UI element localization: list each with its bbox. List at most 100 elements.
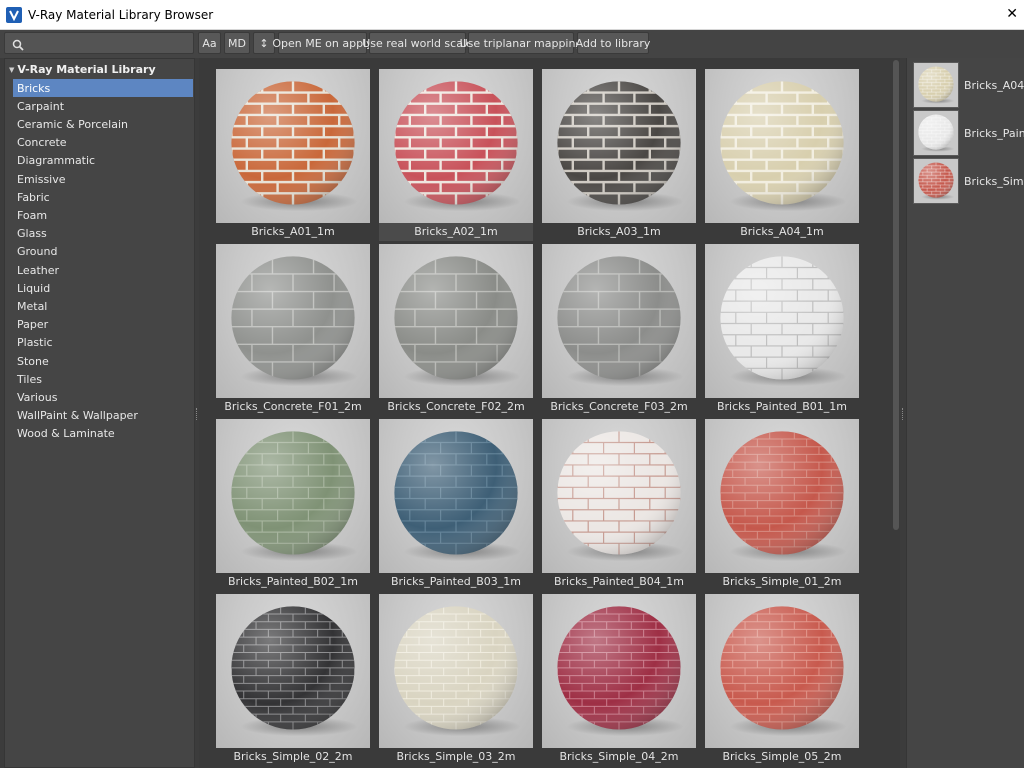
category-item[interactable]: Leather	[13, 261, 193, 279]
recent-material-name: Bricks_Painted_B01_1m	[964, 127, 1024, 140]
material-tile[interactable]: Bricks_A01_1m	[216, 69, 370, 241]
material-tile[interactable]: Bricks_Simple_01_2m	[705, 419, 859, 591]
material-preview-sphere	[705, 594, 859, 748]
category-item[interactable]: Stone	[13, 352, 193, 370]
splitter-grip	[902, 408, 904, 420]
material-preview-sphere	[542, 244, 696, 398]
category-item[interactable]: Concrete	[13, 134, 193, 152]
use-triplanar-mapping-button[interactable]: Use triplanar mapping	[460, 32, 582, 54]
recent-material-item[interactable]: Bricks_Painted_B01_1m	[913, 110, 1024, 156]
material-preview-sphere	[379, 69, 533, 223]
category-item[interactable]: Tiles	[13, 370, 193, 388]
category-item[interactable]: Emissive	[13, 170, 193, 188]
material-preview-sphere	[542, 69, 696, 223]
expand-arrow-icon[interactable]: ▼	[9, 66, 14, 74]
material-preview-sphere	[705, 69, 859, 223]
add-to-library-button[interactable]: Add to library	[576, 32, 650, 54]
material-tile[interactable]: Bricks_Simple_05_2m	[705, 594, 859, 766]
tree-root[interactable]: ▼ V-Ray Material Library	[9, 63, 156, 76]
use-real-world-scale-button[interactable]: Use real world scale	[362, 32, 473, 54]
material-name: Bricks_Painted_B03_1m	[390, 575, 521, 588]
category-item[interactable]: Various	[13, 388, 193, 406]
category-item[interactable]: Liquid	[13, 279, 193, 297]
tree-root-label: V-Ray Material Library	[17, 63, 156, 76]
material-name: Bricks_Simple_05_2m	[722, 750, 842, 763]
material-name: Bricks_Painted_B04_1m	[553, 575, 684, 588]
recent-material-item[interactable]: Bricks_Simple_01_2m	[913, 158, 1024, 204]
material-preview-sphere	[379, 244, 533, 398]
material-tile[interactable]: Bricks_Painted_B01_1m	[705, 244, 859, 416]
vray-logo-icon	[6, 6, 22, 23]
category-tree: ▼ V-Ray Material Library Bricks Carpaint C…	[4, 58, 195, 768]
category-item[interactable]: Glass	[13, 225, 193, 243]
toolbar: Aa MD ↕ Open ME on apply Use real world …	[0, 30, 1024, 58]
material-tile[interactable]: Bricks_Painted_B02_1m	[216, 419, 370, 591]
material-preview-sphere	[705, 244, 859, 398]
material-preview-sphere	[705, 419, 859, 573]
material-tile[interactable]: Bricks_A04_1m	[705, 69, 859, 241]
material-name: Bricks_Simple_03_2m	[396, 750, 516, 763]
material-tile[interactable]: Bricks_Concrete_F03_2m	[542, 244, 696, 416]
material-tile[interactable]: Bricks_Simple_04_2m	[542, 594, 696, 766]
material-tile[interactable]: Bricks_Painted_B04_1m	[542, 419, 696, 591]
category-item[interactable]: Foam	[13, 206, 193, 224]
recent-material-thumbnail	[913, 110, 959, 156]
material-tile[interactable]: Bricks_Simple_02_2m	[216, 594, 370, 766]
material-preview-sphere	[216, 69, 370, 223]
category-item[interactable]: Fabric	[13, 188, 193, 206]
material-name: Bricks_A02_1m	[414, 225, 498, 238]
material-name: Bricks_A03_1m	[577, 225, 661, 238]
open-me-on-apply-button[interactable]: Open ME on apply	[272, 32, 373, 54]
category-item[interactable]: Paper	[13, 316, 193, 334]
close-icon[interactable]: ✕	[1006, 6, 1018, 22]
material-preview-sphere	[542, 594, 696, 748]
search-icon	[12, 36, 24, 55]
category-item[interactable]: WallPaint & Wallpaper	[13, 407, 193, 425]
material-preview-sphere	[216, 594, 370, 748]
material-name: Bricks_Concrete_F01_2m	[224, 400, 362, 413]
recent-materials-panel: Bricks_A04_1m Bricks_Painted_B01_1m	[906, 58, 1024, 768]
material-name: Bricks_Simple_04_2m	[559, 750, 679, 763]
recent-material-item[interactable]: Bricks_A04_1m	[913, 62, 1024, 108]
recent-material-name: Bricks_A04_1m	[964, 79, 1024, 92]
recent-material-name: Bricks_Simple_01_2m	[964, 175, 1024, 188]
material-preview-sphere	[379, 594, 533, 748]
material-preview-sphere	[542, 419, 696, 573]
material-tile[interactable]: Bricks_Simple_03_2m	[379, 594, 533, 766]
search-input[interactable]	[4, 32, 194, 54]
material-name: Bricks_A01_1m	[251, 225, 335, 238]
material-preview-sphere	[379, 419, 533, 573]
material-tile[interactable]: Bricks_A03_1m	[542, 69, 696, 241]
material-name: Bricks_Painted_B01_1m	[716, 400, 847, 413]
recent-material-thumbnail	[913, 62, 959, 108]
window-title: V-Ray Material Library Browser	[28, 7, 214, 22]
material-tile[interactable]: Bricks_A02_1m	[379, 69, 533, 241]
case-toggle-button[interactable]: Aa	[198, 32, 221, 54]
category-item[interactable]: Plastic	[13, 334, 193, 352]
material-name: Bricks_Simple_02_2m	[233, 750, 353, 763]
material-preview-sphere	[216, 244, 370, 398]
title-bar: V-Ray Material Library Browser ✕	[0, 0, 1024, 30]
material-tile[interactable]: Bricks_Painted_B03_1m	[379, 419, 533, 591]
material-name: Bricks_Concrete_F02_2m	[387, 400, 525, 413]
md-toggle-button[interactable]: MD	[224, 32, 250, 54]
scrollbar-thumb[interactable]	[893, 60, 899, 530]
category-item[interactable]: Bricks	[13, 79, 193, 97]
material-name: Bricks_Concrete_F03_2m	[550, 400, 688, 413]
category-item[interactable]: Carpaint	[13, 97, 193, 115]
material-tile[interactable]: Bricks_Concrete_F02_2m	[379, 244, 533, 416]
category-item[interactable]: Ceramic & Porcelain	[13, 115, 193, 133]
grid-scrollbar[interactable]	[892, 58, 900, 768]
recent-material-thumbnail	[913, 158, 959, 204]
category-item[interactable]: Metal	[13, 297, 193, 315]
material-grid: Bricks_A01_1m Bricks_A02_1m Bricks_A03_1…	[199, 58, 892, 768]
category-item[interactable]: Ground	[13, 243, 193, 261]
material-name: Bricks_A04_1m	[740, 225, 824, 238]
splitter-grip	[196, 408, 198, 420]
category-item[interactable]: Diagrammatic	[13, 152, 193, 170]
material-name: Bricks_Painted_B02_1m	[227, 575, 358, 588]
material-name: Bricks_Simple_01_2m	[722, 575, 842, 588]
category-item[interactable]: Wood & Laminate	[13, 425, 193, 443]
material-preview-sphere	[216, 419, 370, 573]
material-tile[interactable]: Bricks_Concrete_F01_2m	[216, 244, 370, 416]
